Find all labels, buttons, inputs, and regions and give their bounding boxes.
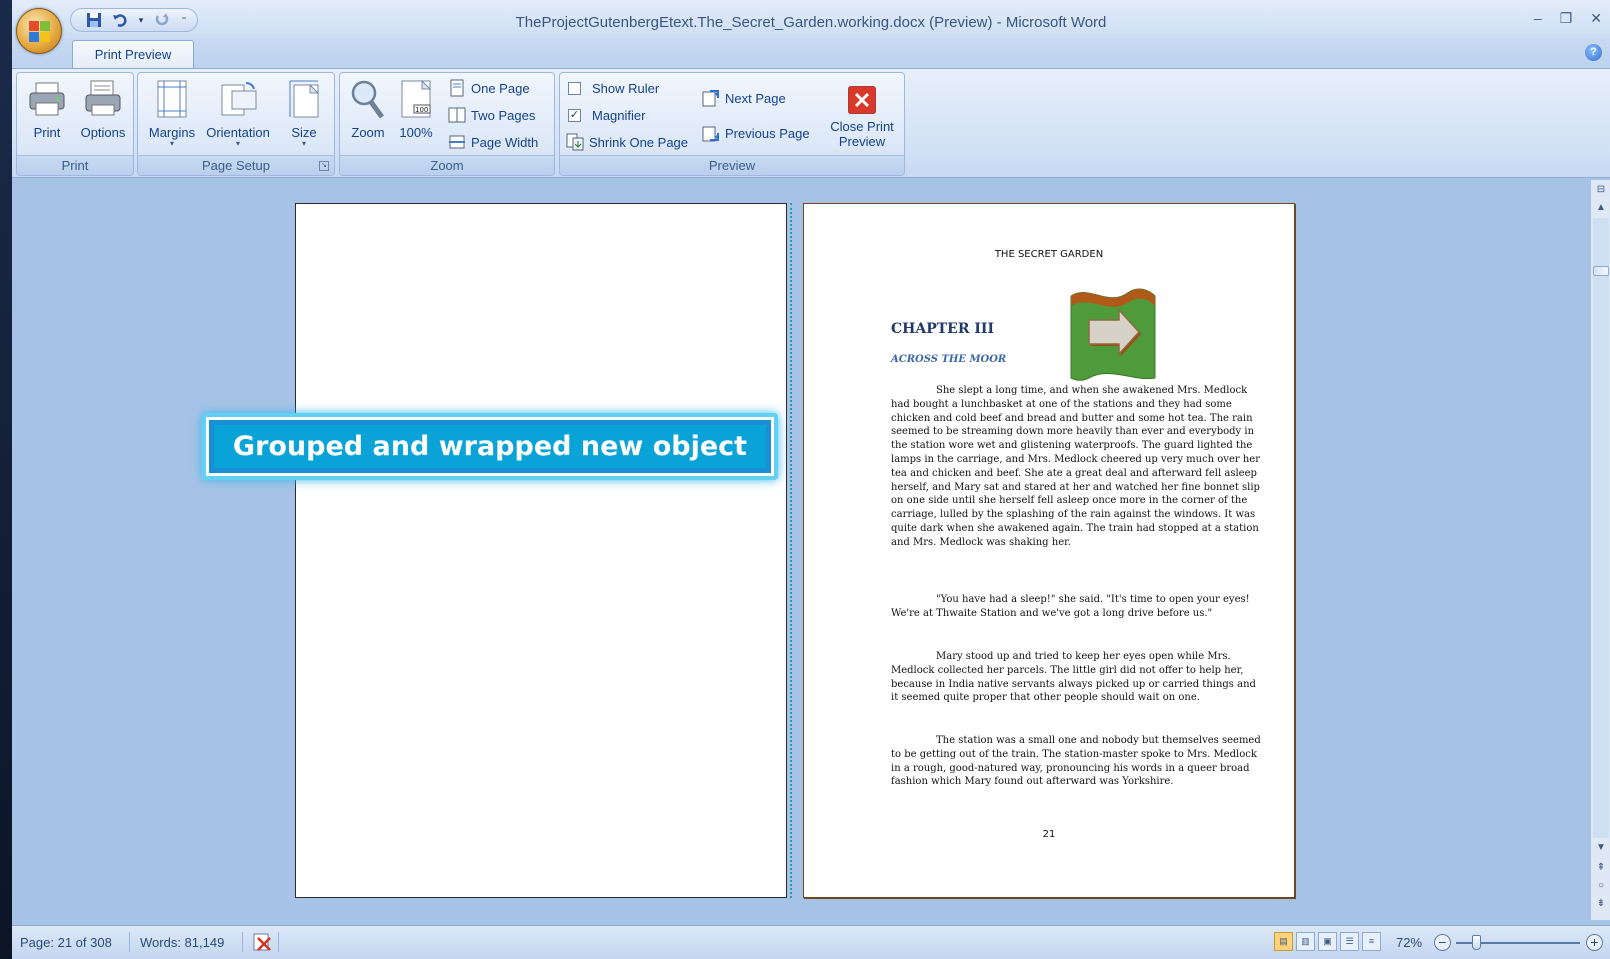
paragraph: The station was a small one and nobody b… xyxy=(891,735,1261,788)
help-icon[interactable]: ? xyxy=(1585,44,1602,61)
two-pages-button[interactable]: Two Pages xyxy=(448,103,535,127)
outline-icon[interactable]: ☰ xyxy=(1340,932,1359,951)
print-button[interactable]: Print xyxy=(23,77,71,153)
group-preview: Show Ruler ✓ Magnifier Shrink One Page N… xyxy=(559,72,905,176)
split-box-icon[interactable]: ⊟ xyxy=(1593,182,1609,198)
running-head: THE SECRET GARDEN xyxy=(994,249,1104,260)
previous-page-icon xyxy=(702,124,720,142)
zoom-out-button[interactable]: − xyxy=(1434,934,1451,951)
zoom-100-button[interactable]: 100 100% xyxy=(394,77,438,153)
web-layout-icon[interactable]: ▣ xyxy=(1318,932,1337,951)
chevron-down-icon: ▾ xyxy=(301,139,306,148)
show-ruler-check[interactable] xyxy=(568,81,581,95)
group-label-page-setup: Page Setup xyxy=(138,155,334,175)
magnifier-check[interactable]: ✓ xyxy=(568,108,581,122)
print-layout-icon[interactable]: ▤ xyxy=(1274,932,1293,951)
zoom-in-button[interactable]: + xyxy=(1586,934,1603,951)
vertical-scrollbar[interactable]: ⊟ ▲ ▼ ⇞ ○ ⇟ xyxy=(1590,180,1610,920)
word-count[interactable]: Words: 81,149 xyxy=(140,935,224,950)
tab-print-preview[interactable]: Print Preview xyxy=(72,40,194,69)
zoom-level[interactable]: 72% xyxy=(1396,935,1422,950)
printer-icon xyxy=(29,82,65,116)
status-bar: Page: 21 of 308 Words: 81,149 ▤ ▥ ▣ ☰ ≡ … xyxy=(12,925,1610,959)
orientation-icon xyxy=(221,82,257,116)
group-label-zoom: Zoom xyxy=(340,155,554,175)
scroll-up-icon[interactable]: ▲ xyxy=(1593,200,1609,216)
page-100-icon: 100 xyxy=(401,79,432,118)
draft-icon[interactable]: ≡ xyxy=(1362,932,1381,951)
size-button[interactable]: Size ▾ xyxy=(280,77,328,153)
group-zoom: Zoom 100 100% One Page Two Pages Page Wi… xyxy=(339,72,555,176)
preview-canvas: THE SECRET GARDEN CHAPTER III ACROSS THE… xyxy=(12,180,1590,920)
chevron-down-icon: ▾ xyxy=(235,139,240,148)
group-label-print: Print xyxy=(17,155,133,175)
shrink-page-icon xyxy=(566,133,584,151)
chapter-subtitle: ACROSS THE MOOR xyxy=(891,354,1007,365)
chapter-heading: CHAPTER III xyxy=(891,321,995,337)
page-count[interactable]: Page: 21 of 308 xyxy=(20,935,112,950)
show-ruler-checkbox[interactable]: Show Ruler xyxy=(568,76,659,100)
shrink-one-page-button[interactable]: Shrink One Page xyxy=(566,130,688,154)
options-button[interactable]: Options xyxy=(75,77,131,153)
group-label-preview: Preview xyxy=(560,155,904,175)
paragraph: "You have had a sleep!" she said. "It's … xyxy=(891,594,1250,619)
close-window-button[interactable]: ✕ xyxy=(1590,10,1602,27)
status-separator xyxy=(278,932,279,952)
paragraph: She slept a long time, and when she awak… xyxy=(891,385,1260,548)
page-width-button[interactable]: Page Width xyxy=(448,130,538,154)
page-left[interactable] xyxy=(295,203,787,898)
one-page-icon xyxy=(448,79,466,97)
svg-text:100: 100 xyxy=(415,106,428,114)
callout-text: Grouped and wrapped new object xyxy=(214,425,766,468)
zoom-button[interactable]: Zoom xyxy=(346,77,390,153)
page-right[interactable]: THE SECRET GARDEN CHAPTER III ACROSS THE… xyxy=(803,203,1295,898)
close-print-preview-button[interactable]: Close Print Preview xyxy=(822,77,902,153)
browse-object-icon[interactable]: ○ xyxy=(1593,878,1609,894)
margins-icon xyxy=(157,80,187,118)
group-print: Print Options Print xyxy=(16,72,134,176)
ribbon-tab-strip: Print Preview xyxy=(12,38,1610,69)
previous-page-nav-icon[interactable]: ⇞ xyxy=(1593,860,1609,876)
view-buttons: ▤ ▥ ▣ ☰ ≡ xyxy=(1274,932,1381,951)
scroll-track[interactable] xyxy=(1593,218,1609,838)
page-setup-dialog-launcher-icon[interactable]: ↘ xyxy=(319,161,329,171)
previous-page-button[interactable]: Previous Page xyxy=(702,121,810,145)
group-page-setup: Margins ▾ Orientation ▾ Size ▾ Page Setu… xyxy=(137,72,335,176)
status-separator xyxy=(242,932,243,952)
word-window: ▾ ⁼ TheProjectGutenbergEtext.The_Secret_… xyxy=(12,0,1610,959)
minimize-button[interactable]: – xyxy=(1534,10,1542,27)
page-number: 21 xyxy=(1042,829,1056,840)
close-icon xyxy=(848,86,876,114)
next-page-nav-icon[interactable]: ⇟ xyxy=(1593,896,1609,912)
scroll-thumb[interactable] xyxy=(1593,266,1609,276)
ribbon: Print Options Print Margins ▾ Orientatio… xyxy=(12,68,1610,178)
page-width-icon xyxy=(448,133,466,151)
next-page-button[interactable]: Next Page xyxy=(702,86,786,110)
magnifier-checkbox[interactable]: ✓ Magnifier xyxy=(568,103,645,127)
paragraph: Mary stood up and tried to keep her eyes… xyxy=(891,651,1256,704)
zoom-slider-thumb[interactable] xyxy=(1472,935,1481,950)
restore-button[interactable]: ❐ xyxy=(1560,10,1573,27)
options-icon xyxy=(85,80,121,116)
office-logo-icon xyxy=(29,21,51,43)
orientation-button[interactable]: Orientation ▾ xyxy=(200,77,276,153)
size-icon xyxy=(289,80,320,118)
page-divider xyxy=(787,203,803,898)
two-pages-icon xyxy=(448,106,466,124)
full-screen-reading-icon[interactable]: ▥ xyxy=(1296,932,1315,951)
caption-callout: Grouped and wrapped new object xyxy=(202,413,778,480)
window-controls: – ❐ ✕ xyxy=(1534,10,1602,27)
one-page-button[interactable]: One Page xyxy=(448,76,530,100)
status-separator xyxy=(129,932,130,952)
chevron-down-icon: ▾ xyxy=(169,139,174,148)
office-button[interactable] xyxy=(16,8,62,54)
magnifier-icon xyxy=(351,80,385,119)
desktop-edge xyxy=(0,0,12,959)
window-title: TheProjectGutenbergEtext.The_Secret_Gard… xyxy=(515,14,1107,31)
grouped-arrow-graphic[interactable] xyxy=(1069,286,1157,382)
next-page-icon xyxy=(702,89,720,107)
margins-button[interactable]: Margins ▾ xyxy=(144,77,200,153)
proofing-icon[interactable] xyxy=(252,932,274,955)
scroll-down-icon[interactable]: ▼ xyxy=(1593,840,1609,856)
